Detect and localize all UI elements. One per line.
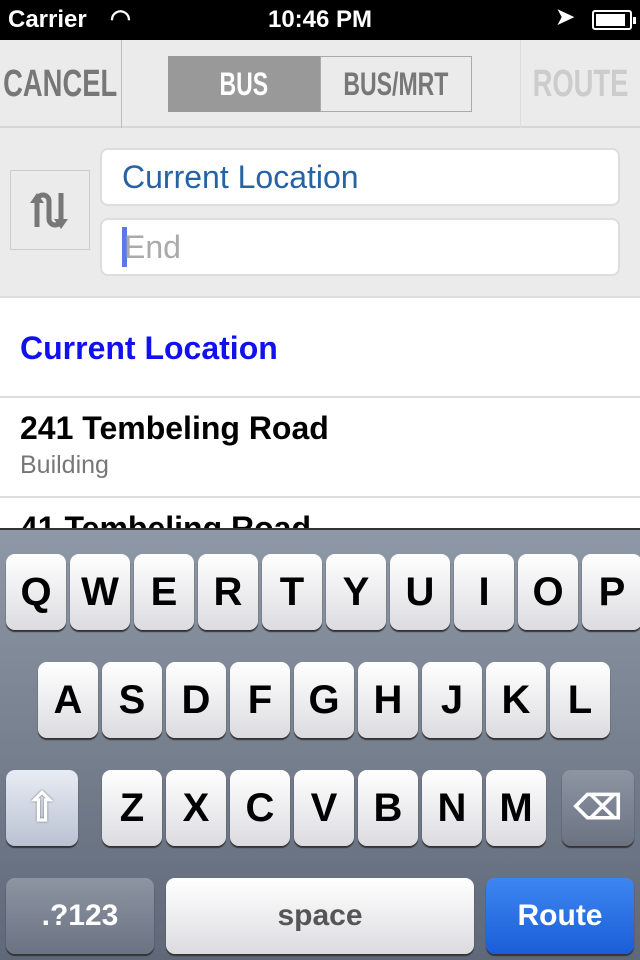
delete-key[interactable]: ⌫	[562, 770, 634, 846]
start-input[interactable]: Current Location	[100, 148, 620, 206]
segment-bus-mrt-label: BUS/MRT	[343, 65, 449, 102]
cancel-button[interactable]: CANCEL	[0, 40, 122, 128]
numbers-key[interactable]: .?123	[6, 878, 154, 954]
list-item-title: Current Location	[20, 330, 278, 366]
space-key[interactable]: space	[166, 878, 474, 954]
key-m[interactable]: M	[486, 770, 546, 846]
segment-bus-mrt[interactable]: BUS/MRT	[320, 56, 472, 112]
key-j[interactable]: J	[422, 662, 482, 738]
key-i[interactable]: I	[454, 554, 514, 630]
route-return-key[interactable]: Route	[486, 878, 634, 954]
clock: 10:46 PM	[267, 6, 373, 33]
shift-key[interactable]: ⇧	[6, 770, 78, 846]
key-v[interactable]: V	[294, 770, 354, 846]
key-r[interactable]: R	[198, 554, 258, 630]
key-f[interactable]: F	[230, 662, 290, 738]
key-z[interactable]: Z	[102, 770, 162, 846]
key-w[interactable]: W	[70, 554, 130, 630]
suggestion-list: Current Location 241 Tembeling Road Build…	[0, 300, 640, 549]
key-u[interactable]: U	[390, 554, 450, 630]
swap-icon	[30, 192, 68, 229]
key-x[interactable]: X	[166, 770, 226, 846]
key-t[interactable]: T	[262, 554, 322, 630]
location-arrow-icon: ➤	[556, 4, 575, 29]
route-button[interactable]: ROUTE	[520, 40, 640, 128]
backspace-icon: ⌫	[573, 789, 623, 827]
key-g[interactable]: G	[294, 662, 354, 738]
status-bar: Carrier ◠ 10:46 PM ➤	[0, 0, 640, 40]
list-item-title: 241 Tembeling Road	[20, 410, 329, 446]
key-h[interactable]: H	[358, 662, 418, 738]
segment-bus-label: BUS	[219, 65, 269, 102]
end-input[interactable]: End	[100, 218, 620, 276]
nav-bar: CANCEL BUS BUS/MRT ROUTE	[0, 40, 640, 128]
cancel-label: CANCEL	[3, 62, 118, 105]
swap-button[interactable]	[10, 170, 90, 250]
segment-bus[interactable]: BUS	[168, 56, 320, 112]
shift-icon: ⇧	[25, 786, 59, 830]
list-item-subtitle: Building	[20, 451, 109, 479]
key-s[interactable]: S	[102, 662, 162, 738]
key-b[interactable]: B	[358, 770, 418, 846]
key-n[interactable]: N	[422, 770, 482, 846]
key-l[interactable]: L	[550, 662, 610, 738]
key-y[interactable]: Y	[326, 554, 386, 630]
key-q[interactable]: Q	[6, 554, 66, 630]
end-placeholder: End	[124, 229, 181, 265]
route-label: ROUTE	[532, 62, 629, 105]
route-header: CANCEL BUS BUS/MRT ROUTE Current Locatio…	[0, 40, 640, 298]
key-e[interactable]: E	[134, 554, 194, 630]
key-k[interactable]: K	[486, 662, 546, 738]
key-c[interactable]: C	[230, 770, 290, 846]
battery-icon	[592, 10, 636, 30]
key-o[interactable]: O	[518, 554, 578, 630]
list-item[interactable]: 241 Tembeling Road Building	[0, 398, 640, 498]
key-d[interactable]: D	[166, 662, 226, 738]
list-item[interactable]: Current Location	[0, 300, 640, 398]
keyboard: ⇧ ⌫ .?123 space Route QWERTYUIOP ASDFGHJK…	[0, 528, 640, 960]
key-a[interactable]: A	[38, 662, 98, 738]
key-p[interactable]: P	[582, 554, 640, 630]
